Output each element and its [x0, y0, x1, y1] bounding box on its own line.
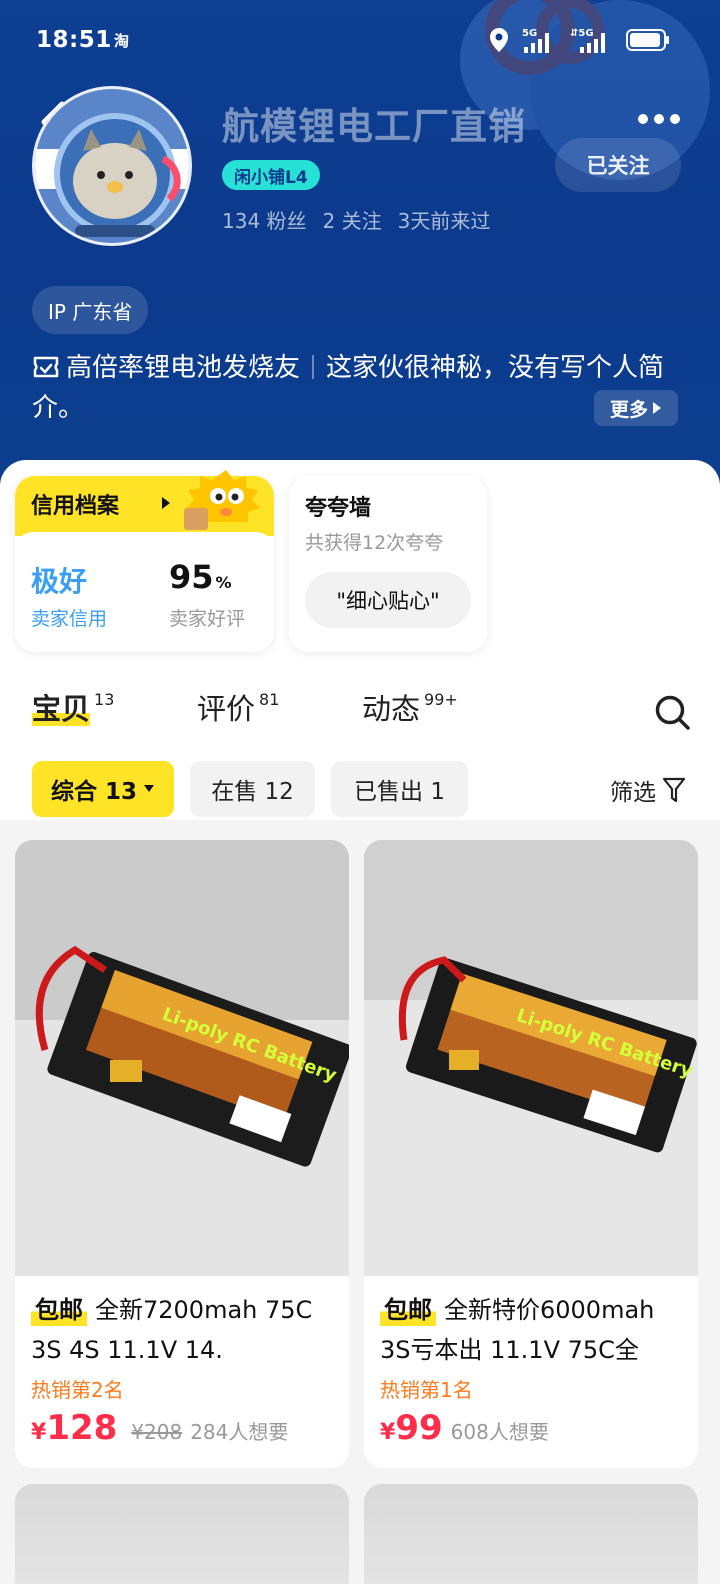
- tab-items-label: 宝贝: [32, 692, 91, 726]
- tab-feed-label: 动态: [362, 692, 421, 726]
- want-count: 608人想要: [450, 1420, 549, 1444]
- intro-more-button[interactable]: 更多: [594, 390, 678, 426]
- funnel-icon: [662, 777, 686, 803]
- followers-count[interactable]: 134 粉丝: [222, 205, 307, 234]
- following-count[interactable]: 2 关注: [323, 205, 382, 234]
- more-label: 更多: [609, 398, 648, 421]
- product-card[interactable]: Li-poly RC Battery 包邮 全新特价6000mah 3S亏本出 1…: [364, 840, 698, 1468]
- product-card-partial[interactable]: [364, 1484, 698, 1584]
- intro-divider: [312, 355, 315, 379]
- caret-right-icon: [162, 497, 170, 509]
- product-card-partial[interactable]: [15, 1484, 349, 1584]
- tab-items-count: 13: [94, 690, 115, 709]
- signal-5g-icon-2: ⇵5G: [570, 28, 605, 53]
- product-image[interactable]: Li-poly RC Battery: [364, 840, 698, 1276]
- credit-level-label: 卖家信用: [31, 608, 108, 630]
- credit-level: 极好: [31, 565, 88, 598]
- status-bar: 18:51 淘 5G ⇵5G: [0, 18, 720, 62]
- positive-rate-unit: %: [215, 573, 232, 592]
- praise-chip[interactable]: "细心贴心": [305, 572, 471, 628]
- tab-reviews-label: 评价: [197, 692, 256, 726]
- shop-tag: 高倍率锂电池发烧友: [66, 353, 301, 383]
- shop-name: 航模锂电工厂直销: [222, 105, 526, 148]
- shop-stats: 134 粉丝 2 关注 3天前来过: [222, 205, 490, 234]
- original-price: ¥208: [131, 1420, 183, 1444]
- hot-rank: 热销第1名: [380, 1378, 473, 1402]
- want-count: 284人想要: [190, 1420, 289, 1444]
- product-title[interactable]: 包邮 全新特价6000mah 3S亏本出 11.1V 75C全: [380, 1290, 686, 1370]
- positive-rate: 95%: [169, 558, 232, 596]
- positive-rate-value: 95: [169, 558, 214, 596]
- free-shipping-badge: 包邮: [380, 1294, 436, 1326]
- product-card[interactable]: Li-poly RC Battery 包邮 全新7200mah 75C 3S 4S…: [15, 840, 349, 1468]
- battery-photo: Li-poly RC Battery: [15, 840, 349, 1276]
- currency-symbol: ¥: [380, 1420, 396, 1445]
- praise-wall-card[interactable]: 夸夸墙 共获得12次夸夸 "细心贴心": [289, 476, 487, 652]
- svg-text:⇵5G: ⇵5G: [570, 28, 594, 39]
- signal-5g-icon: 5G: [522, 28, 549, 53]
- caret-right-icon: [653, 402, 661, 414]
- follow-button[interactable]: 已关注: [555, 138, 681, 192]
- price-row: ¥99 608人想要: [380, 1408, 549, 1448]
- price-row: ¥128 ¥208 284人想要: [31, 1408, 288, 1448]
- praise-wall-subtitle: 共获得12次夸夸: [305, 532, 444, 554]
- currency-symbol: ¥: [31, 1420, 47, 1445]
- svg-text:5G: 5G: [522, 28, 537, 39]
- tab-feed[interactable]: 动态 99+: [362, 686, 458, 728]
- mascot-illustration: [184, 470, 260, 530]
- tag-icon: [33, 356, 59, 378]
- shop-intro: 高倍率锂电池发烧友 这家伙很神秘，没有写个人简介。: [32, 348, 682, 428]
- taobao-status-icon: 淘: [114, 31, 130, 50]
- status-icons: 5G ⇵5G: [488, 27, 670, 53]
- search-icon[interactable]: [654, 694, 692, 732]
- free-shipping-badge: 包邮: [31, 1294, 87, 1326]
- product-price: ¥128: [31, 1408, 117, 1448]
- filter-all-label: 综合 13: [50, 779, 137, 805]
- shop-level-badge[interactable]: 闲小铺L4: [222, 160, 320, 190]
- filter-on-sale-chip[interactable]: 在售 12: [190, 761, 315, 817]
- caret-down-icon: [144, 785, 154, 792]
- filter-all-chip[interactable]: 综合 13: [32, 761, 174, 817]
- praise-wall-title: 夸夸墙: [305, 496, 372, 521]
- product-price: ¥99: [380, 1408, 443, 1448]
- product-title[interactable]: 包邮 全新7200mah 75C 3S 4S 11.1V 14.: [31, 1290, 337, 1370]
- more-options-icon[interactable]: [636, 104, 682, 134]
- credit-title: 信用档案: [31, 494, 120, 519]
- positive-rate-label: 卖家好评: [169, 608, 246, 630]
- tab-items[interactable]: 宝贝 13: [32, 686, 114, 728]
- battery-photo: Li-poly RC Battery: [364, 840, 698, 1276]
- credit-card-body: 极好 卖家信用 95% 卖家好评: [15, 532, 274, 652]
- filter-sold-chip[interactable]: 已售出 1: [331, 761, 468, 817]
- tab-reviews-count: 81: [259, 690, 280, 709]
- tab-feed-count: 99+: [424, 690, 458, 709]
- tab-reviews[interactable]: 评价 81: [197, 686, 279, 728]
- hot-rank: 热销第2名: [31, 1378, 124, 1402]
- tab-bar: 宝贝 13 评价 81 动态 99+: [0, 686, 720, 746]
- shop-avatar[interactable]: [32, 86, 192, 246]
- filter-button[interactable]: 筛选: [610, 773, 686, 807]
- price-value: 128: [46, 1408, 118, 1448]
- battery-icon: [626, 29, 669, 51]
- filter-row: 综合 13 在售 12 已售出 1 筛选: [0, 761, 720, 817]
- status-time: 18:51: [36, 27, 112, 53]
- ip-location-chip: IP 广东省: [32, 286, 149, 334]
- shop-header: 18:51 淘 5G ⇵5G 航模锂电工厂直销 闲小铺L4 已关注 134 粉丝: [0, 0, 720, 490]
- last-visit: 3天前来过: [397, 209, 491, 233]
- price-value: 99: [395, 1408, 443, 1448]
- product-image[interactable]: Li-poly RC Battery: [15, 840, 349, 1276]
- filter-label: 筛选: [610, 780, 656, 806]
- avatar-image: [35, 89, 189, 243]
- location-icon: [490, 28, 508, 52]
